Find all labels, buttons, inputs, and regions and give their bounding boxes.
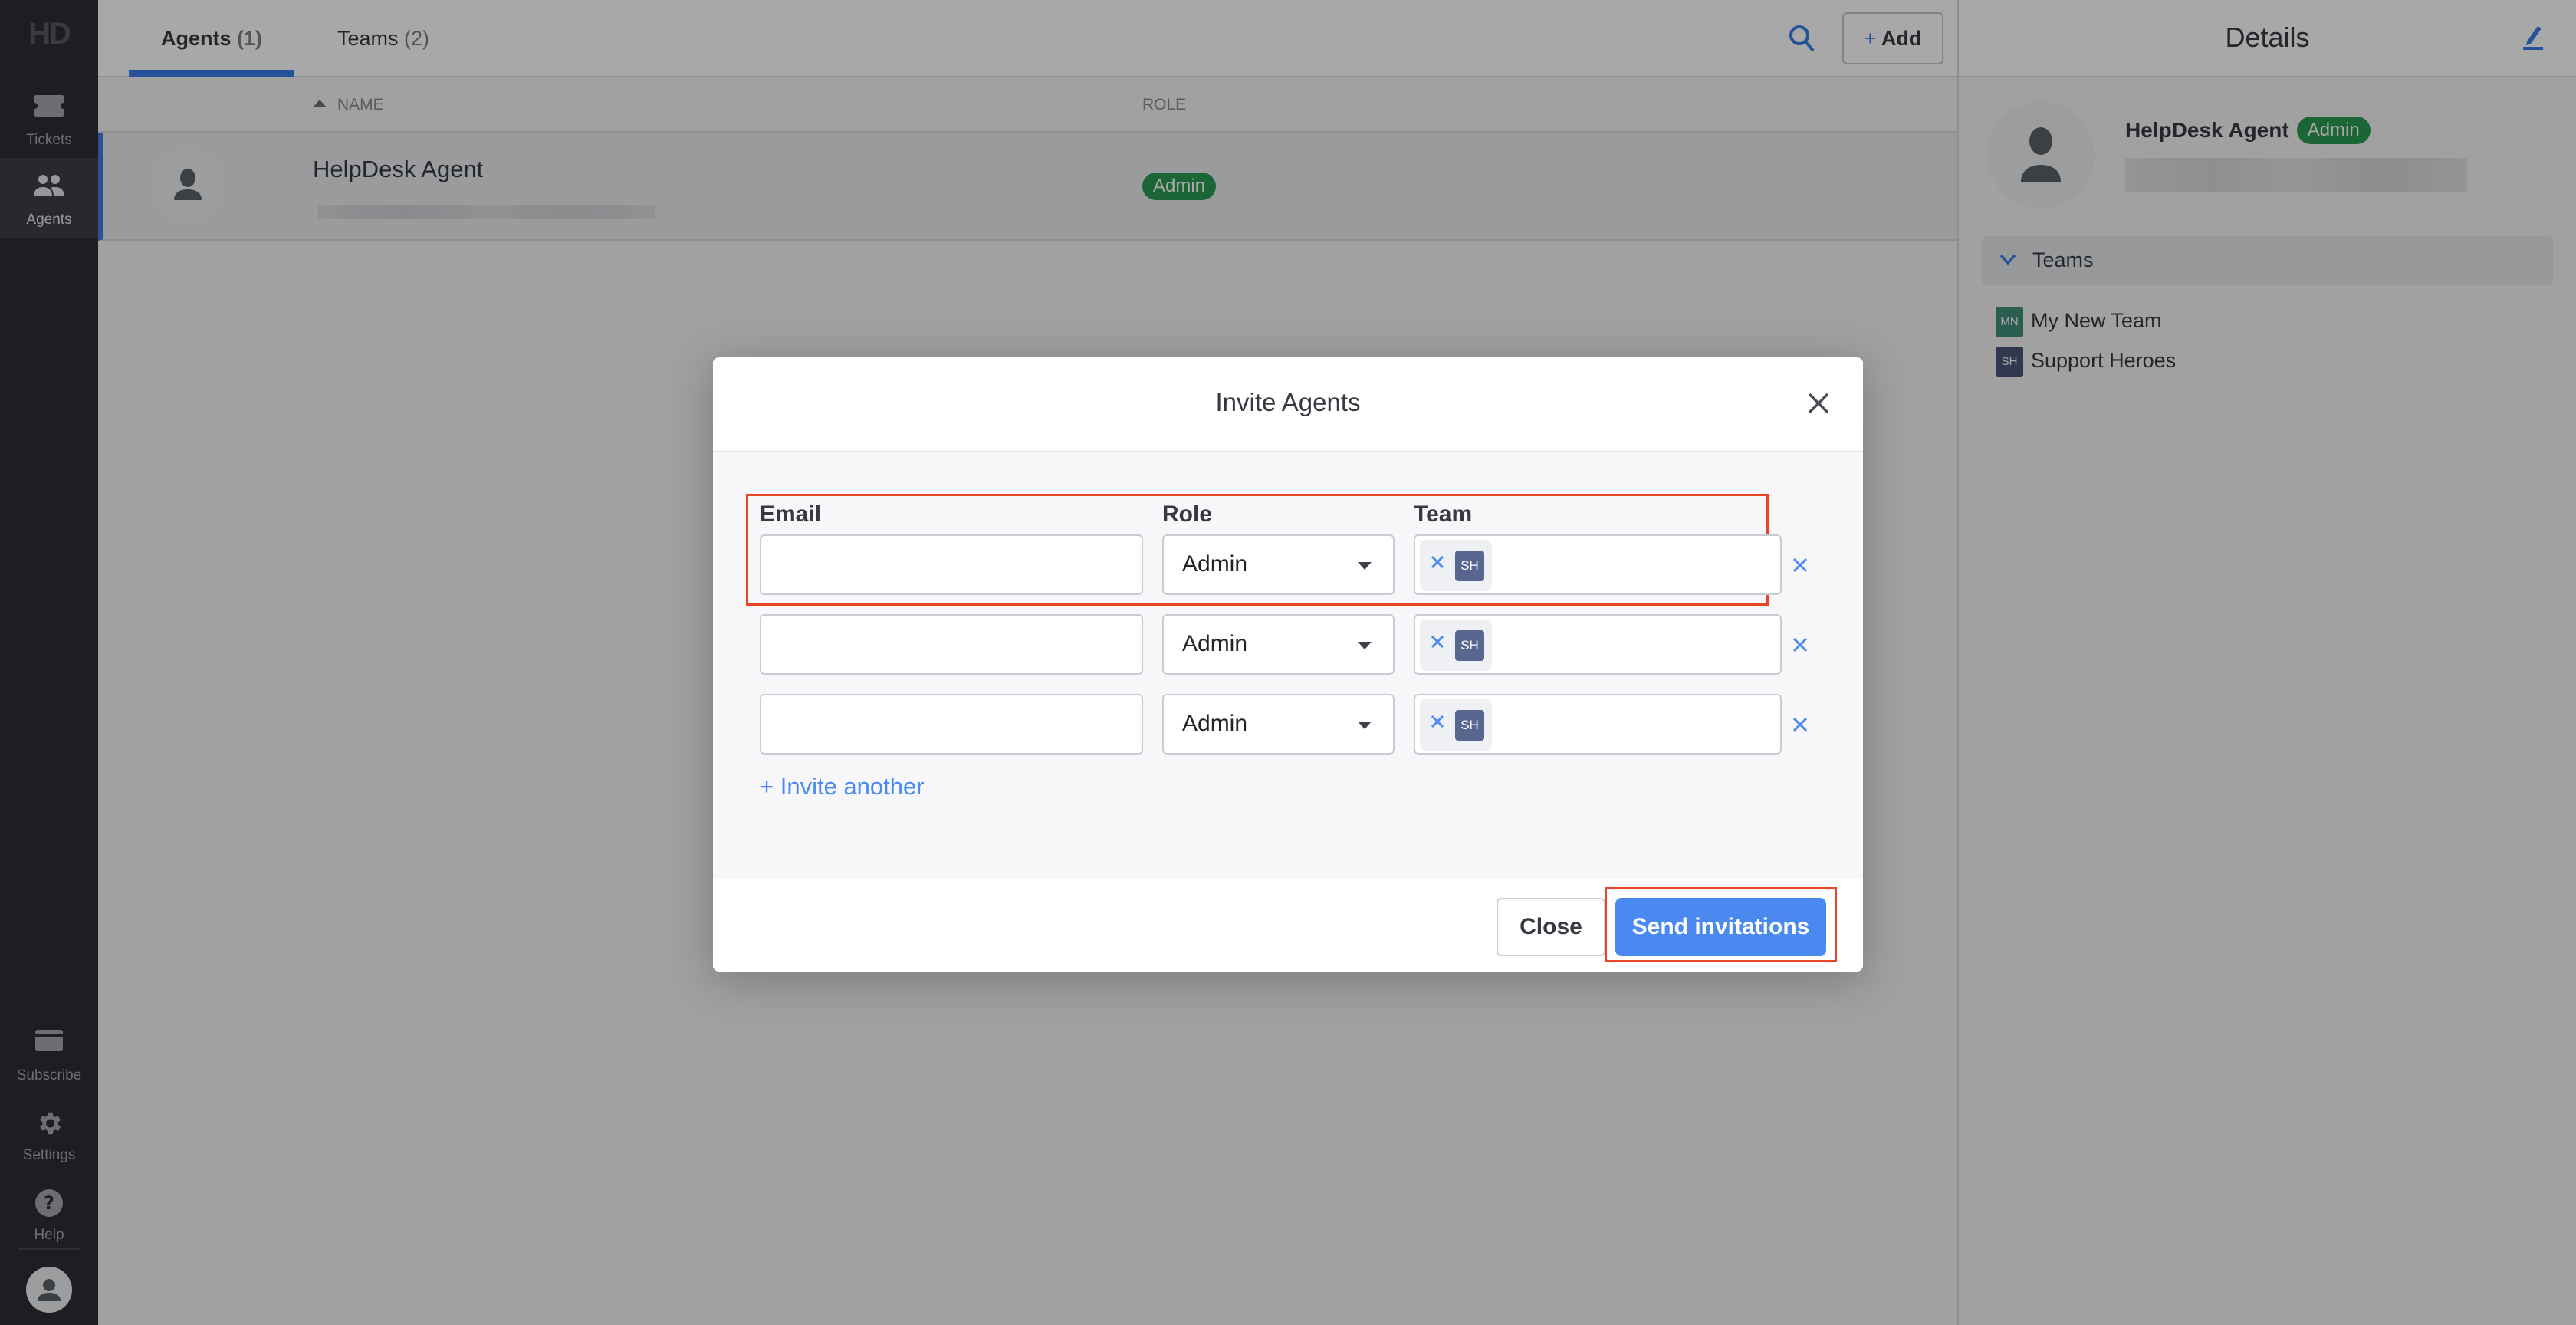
team-avatar: SH xyxy=(1455,710,1484,741)
caret-down-icon xyxy=(1358,562,1372,570)
close-icon xyxy=(1431,715,1444,728)
invite-another-link[interactable]: + Invite another xyxy=(760,773,925,801)
team-multiselect[interactable]: SH xyxy=(1414,534,1782,595)
role-select[interactable]: Admin xyxy=(1162,534,1395,595)
caret-down-icon xyxy=(1358,642,1372,649)
app: HD Tickets Agents Subscribe Settings ? H… xyxy=(0,0,2576,1325)
remove-team-button[interactable] xyxy=(1429,554,1446,574)
remove-row-button[interactable] xyxy=(1789,633,1812,656)
remove-row-button[interactable] xyxy=(1789,554,1812,577)
team-label: Team xyxy=(1414,501,1473,527)
email-label: Email xyxy=(760,501,822,527)
close-button[interactable]: Close xyxy=(1497,898,1605,956)
dialog-header: Invite Agents xyxy=(713,357,1863,452)
team-avatar: SH xyxy=(1455,630,1484,661)
dialog-close-button[interactable] xyxy=(1803,388,1834,419)
email-input[interactable] xyxy=(760,534,1143,595)
remove-team-button[interactable] xyxy=(1429,713,1446,734)
role-select-value: Admin xyxy=(1182,711,1248,736)
remove-team-button[interactable] xyxy=(1429,633,1446,654)
close-icon xyxy=(1808,393,1829,414)
dialog-title: Invite Agents xyxy=(1215,388,1361,416)
close-icon xyxy=(1792,557,1808,573)
role-select-value: Admin xyxy=(1182,631,1248,656)
close-icon xyxy=(1431,635,1444,649)
remove-row-button[interactable] xyxy=(1789,713,1812,736)
team-multiselect[interactable]: SH xyxy=(1414,614,1782,675)
role-select[interactable]: Admin xyxy=(1162,694,1395,755)
team-chip: SH xyxy=(1420,620,1492,671)
team-avatar: SH xyxy=(1455,551,1484,581)
email-input[interactable] xyxy=(760,614,1143,675)
role-select-value: Admin xyxy=(1182,551,1248,577)
invite-agents-dialog: Invite Agents Email Role Team Admin SH A… xyxy=(713,357,1863,972)
close-icon xyxy=(1431,555,1444,569)
team-chip: SH xyxy=(1420,699,1492,751)
highlight-box xyxy=(1605,887,1837,962)
team-multiselect[interactable]: SH xyxy=(1414,694,1782,755)
close-icon xyxy=(1792,717,1808,732)
caret-down-icon xyxy=(1358,722,1372,729)
close-icon xyxy=(1792,637,1808,653)
dialog-footer: Close Send invitations xyxy=(713,879,1863,972)
role-label: Role xyxy=(1162,501,1213,527)
team-chip: SH xyxy=(1420,540,1492,591)
role-select[interactable]: Admin xyxy=(1162,614,1395,675)
email-input[interactable] xyxy=(760,694,1143,755)
